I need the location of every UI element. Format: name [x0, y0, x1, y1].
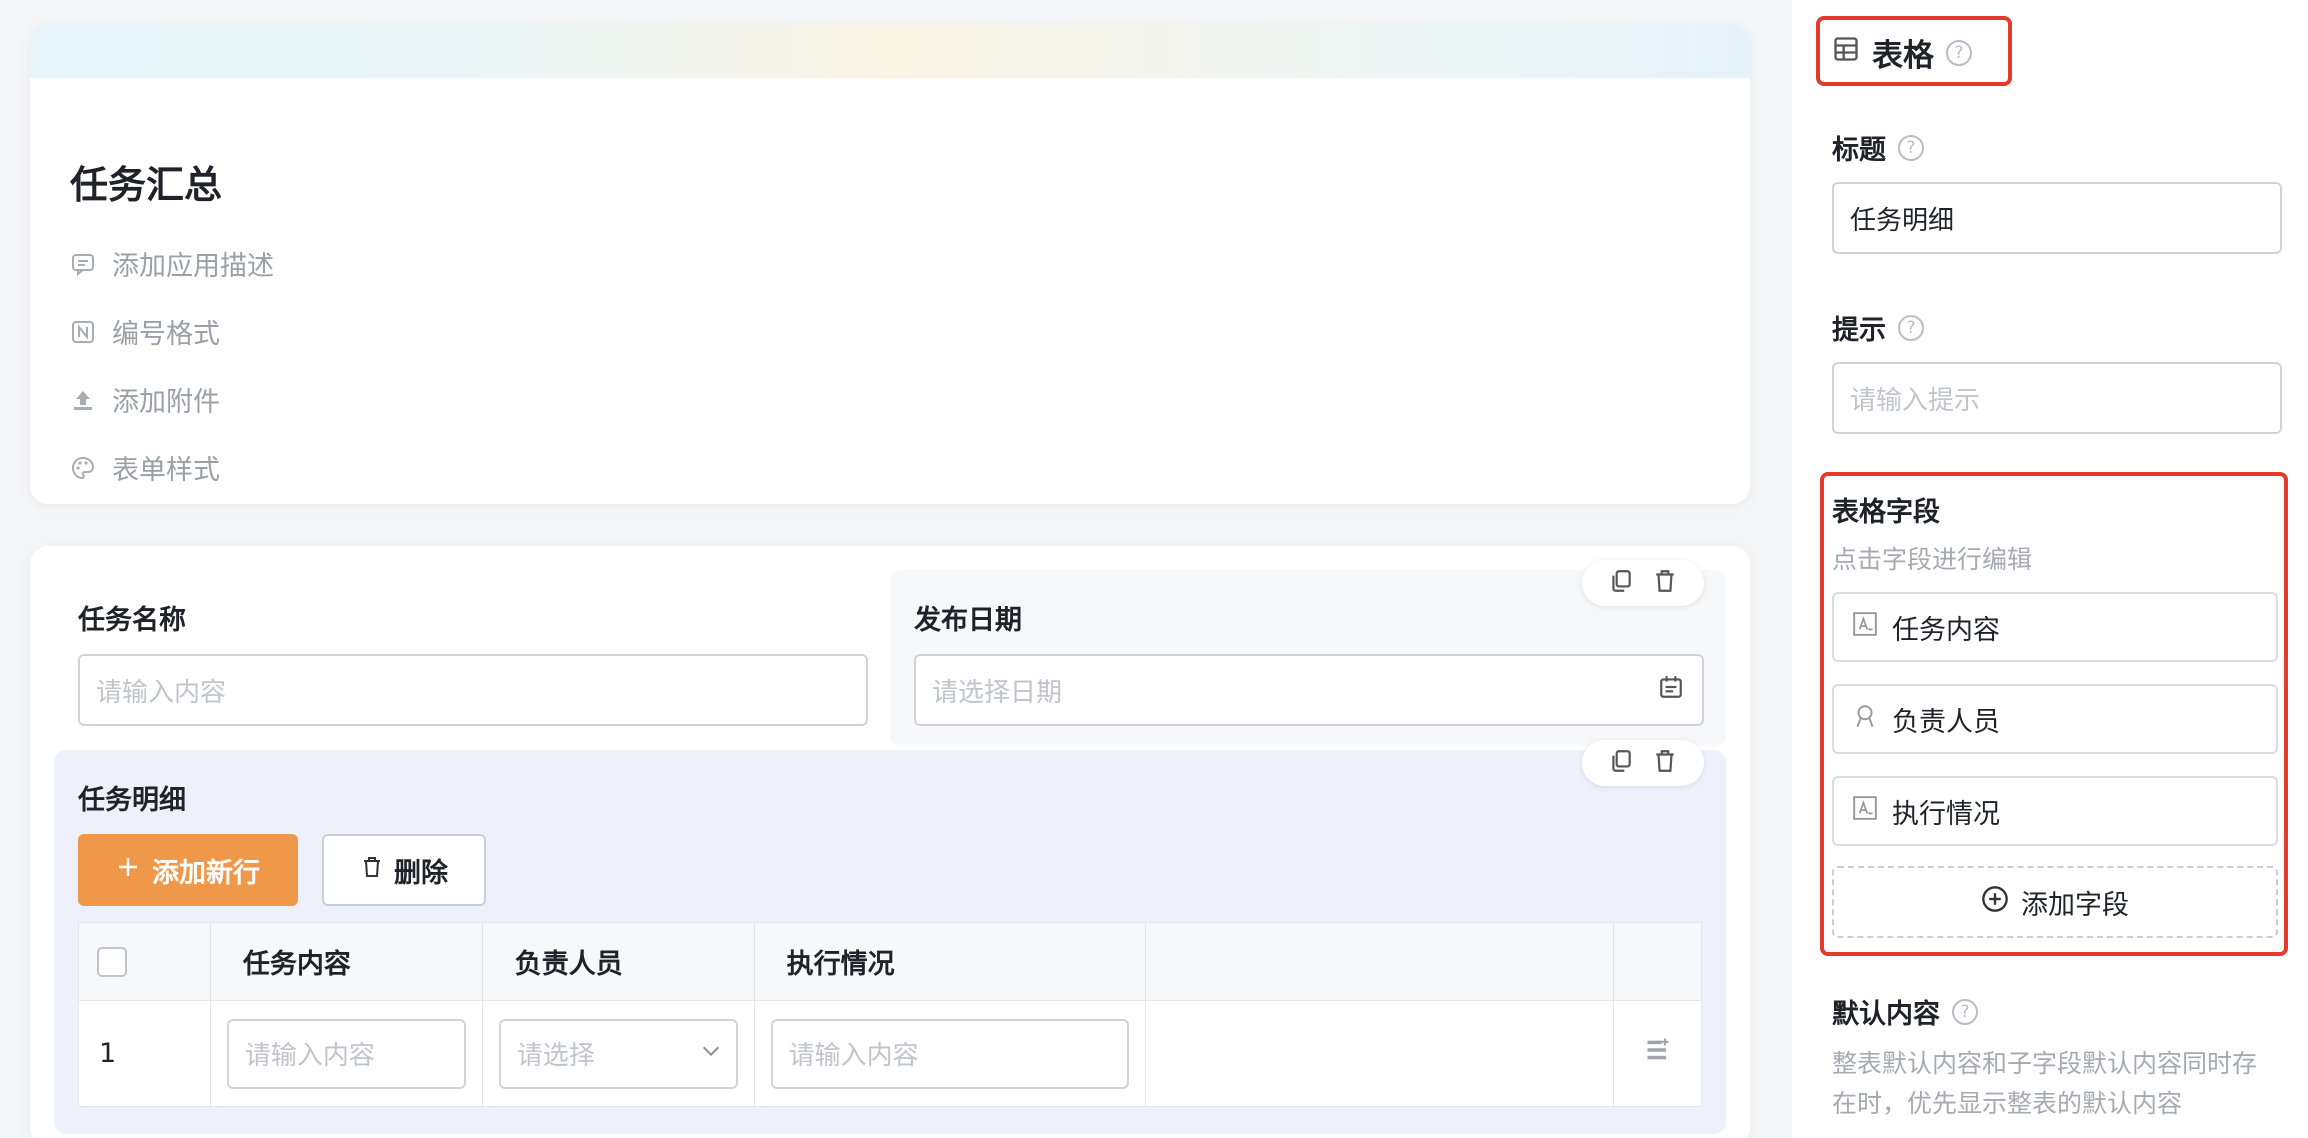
help-icon[interactable]: ? [1952, 998, 1978, 1025]
add-row-label: 添加新行 [152, 857, 260, 889]
panel-header: 表格 ? [1832, 30, 1972, 75]
table-icon [1832, 35, 1860, 71]
content-cell: 请输入内容 [209, 1000, 483, 1107]
content-input[interactable]: 请输入内容 [226, 1018, 466, 1089]
row-action-cell [1613, 1000, 1702, 1107]
palette-icon [70, 455, 96, 481]
chevron-down-icon [700, 1039, 722, 1069]
person-icon [1852, 703, 1878, 736]
row-index: 1 [78, 1000, 211, 1107]
task-name-label: 任务名称 [78, 605, 186, 636]
app-info-card: 任务汇总 添加应用描述 编号格式 添加附件 表单样式 [30, 24, 1750, 504]
table-field-tools [1582, 740, 1704, 786]
field-item[interactable]: 任务内容 [1832, 592, 2278, 662]
add-description-action[interactable]: 添加应用描述 [70, 244, 274, 283]
field-item-label: 任务内容 [1892, 614, 2000, 646]
default-content-description: 整表默认内容和子字段默认内容同时存 在时，优先显示整表的默认内容 [1832, 1044, 2257, 1124]
empty-cell [1145, 1000, 1614, 1107]
publish-date-label: 发布日期 [914, 605, 1022, 636]
properties-panel: 表格 ? 标题 ? 任务明细 提示 ? 请输入提示 表格字段 点击字段进行编辑 … [1792, 0, 2308, 1138]
title-label-text: 标题 [1832, 135, 1886, 166]
panel-header-label: 表格 [1872, 38, 1934, 74]
default-desc-line: 在时，优先显示整表的默认内容 [1832, 1089, 2183, 1118]
help-icon[interactable]: ? [1898, 314, 1924, 341]
publish-date-input[interactable]: 请选择日期 [914, 654, 1704, 726]
add-attachment-action[interactable]: 添加附件 [70, 380, 220, 419]
form-style-action[interactable]: 表单样式 [70, 448, 220, 487]
table-row: 1 请输入内容 请选择 请输入内容 [78, 1000, 1702, 1107]
trash-icon[interactable] [1652, 568, 1678, 598]
trash-icon [360, 855, 384, 886]
status-cell: 请输入内容 [753, 1000, 1147, 1107]
upload-icon [70, 387, 96, 413]
title-label: 标题 ? [1832, 128, 1924, 167]
person-select[interactable]: 请选择 [498, 1018, 738, 1089]
add-field-label: 添加字段 [2021, 889, 2129, 921]
detail-table: 任务内容 负责人员 执行情况 1 请输入内容 请选择 请输入内容 [78, 922, 1702, 1107]
add-description-label: 添加应用描述 [112, 251, 274, 282]
text-field-icon [1852, 611, 1878, 644]
actions-header-cell [1613, 922, 1702, 1001]
copy-icon[interactable] [1608, 568, 1634, 598]
comment-icon [70, 251, 96, 277]
copy-icon[interactable] [1608, 748, 1634, 778]
field-item-label: 执行情况 [1892, 798, 2000, 830]
delete-rows-button[interactable]: 删除 [322, 834, 486, 906]
card-banner [30, 24, 1750, 78]
select-all-cell [78, 922, 211, 1001]
default-desc-line: 整表默认内容和子字段默认内容同时存 [1832, 1049, 2258, 1078]
field-item[interactable]: 负责人员 [1832, 684, 2278, 754]
plus-icon [116, 855, 140, 886]
help-icon[interactable]: ? [1946, 39, 1972, 66]
trash-icon[interactable] [1652, 748, 1678, 778]
plus-circle-icon [1981, 885, 2009, 920]
text-field-icon [1852, 795, 1878, 828]
delete-label: 删除 [394, 857, 448, 889]
default-content-label-text: 默认内容 [1832, 999, 1940, 1030]
detail-table-label: 任务明细 [78, 785, 186, 816]
hint-label: 提示 ? [1832, 308, 1924, 347]
help-icon[interactable]: ? [1898, 134, 1924, 161]
person-select-placeholder: 请选择 [516, 1041, 595, 1071]
fields-hint: 点击字段进行编辑 [1832, 545, 2033, 574]
hint-label-text: 提示 [1832, 315, 1886, 346]
form-style-label: 表单样式 [112, 455, 220, 486]
numbering-format-label: 编号格式 [112, 319, 220, 350]
task-name-input[interactable]: 请输入内容 [78, 654, 868, 726]
select-all-checkbox[interactable] [97, 946, 127, 977]
person-cell: 请选择 [481, 1000, 755, 1107]
table-header-row: 任务内容 负责人员 执行情况 [78, 922, 1702, 1001]
add-row-button[interactable]: 添加新行 [78, 834, 298, 906]
field-item[interactable]: 执行情况 [1832, 776, 2278, 846]
publish-date-placeholder: 请选择日期 [932, 677, 1063, 708]
add-field-button[interactable]: 添加字段 [1832, 866, 2278, 938]
numbering-format-action[interactable]: 编号格式 [70, 312, 220, 351]
numbering-icon [70, 319, 96, 345]
add-attachment-label: 添加附件 [112, 387, 220, 418]
empty-header-cell [1145, 922, 1614, 1001]
column-header[interactable]: 执行情况 [753, 922, 1147, 1001]
title-input[interactable]: 任务明细 [1832, 182, 2282, 254]
column-header[interactable]: 任务内容 [209, 922, 483, 1001]
row-menu-icon[interactable] [1644, 1038, 1672, 1071]
date-field-tools [1582, 560, 1704, 606]
status-input[interactable]: 请输入内容 [770, 1018, 1130, 1089]
field-item-label: 负责人员 [1892, 706, 2000, 738]
page-title[interactable]: 任务汇总 [70, 154, 222, 209]
column-header[interactable]: 负责人员 [481, 922, 755, 1001]
fields-label: 表格字段 [1832, 497, 1940, 528]
hint-input[interactable]: 请输入提示 [1832, 362, 2282, 434]
calendar-icon[interactable] [1658, 674, 1684, 707]
default-content-label: 默认内容 ? [1832, 992, 1978, 1031]
